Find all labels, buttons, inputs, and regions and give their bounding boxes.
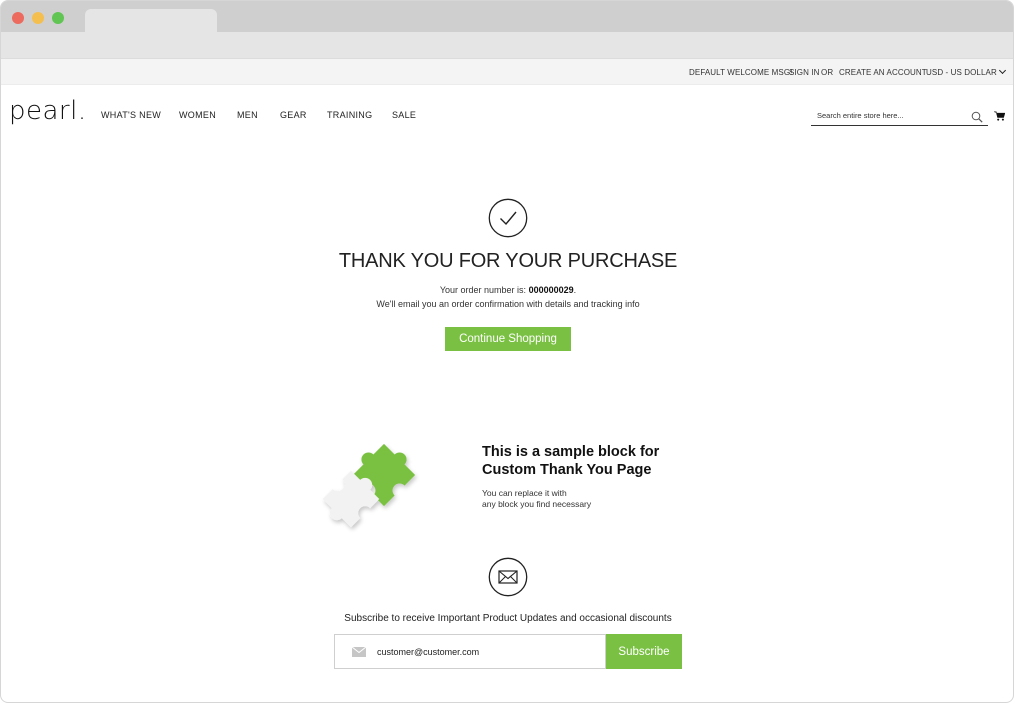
sign-in-link[interactable]: SIGN IN: [789, 68, 819, 77]
check-circle-icon: [488, 198, 528, 238]
order-number-prefix: Your order number is:: [439, 285, 529, 295]
cart-icon[interactable]: [994, 111, 1005, 121]
continue-shopping-button[interactable]: Continue Shopping: [445, 327, 571, 351]
custom-block-title-line2: Custom Thank You Page: [482, 462, 652, 478]
nav-item-men[interactable]: MEN: [237, 110, 258, 120]
chevron-down-icon: [998, 66, 1006, 75]
order-number-suffix: .: [573, 285, 577, 295]
maximize-window-button[interactable]: [52, 12, 64, 24]
create-account-link[interactable]: CREATE AN ACCOUNT: [839, 68, 927, 77]
confirmation-note: We'll email you an order confirmation wi…: [376, 299, 640, 309]
browser-tab[interactable]: [85, 9, 217, 32]
welcome-message: DEFAULT WELCOME MSG!: [689, 68, 793, 77]
nav-item-sale[interactable]: SALE: [392, 110, 416, 120]
or-separator: OR: [821, 68, 834, 77]
page-title: THANK YOU FOR YOUR PURCHASE: [338, 250, 678, 272]
header-topbar: DEFAULT WELCOME MSG! SIGN IN OR CREATE A…: [1, 59, 1013, 85]
newsletter-text: Subscribe to receive Important Product U…: [344, 613, 672, 624]
newsletter-form: Subscribe: [334, 634, 682, 669]
custom-block-text-line1: You can replace it with: [482, 488, 567, 498]
currency-switcher[interactable]: USD - US DOLLAR: [926, 66, 1006, 77]
order-number-line: Your order number is: 000000029.: [1, 285, 1013, 295]
envelope-icon: [352, 647, 366, 657]
browser-chrome: [1, 1, 1013, 59]
search-box: [811, 105, 988, 126]
nav-item-women[interactable]: WOMEN: [179, 110, 216, 120]
mail-circle-icon: [488, 557, 528, 597]
custom-block-title-line1: This is a sample block for: [482, 444, 660, 460]
nav-item-whats-new[interactable]: WHAT'S NEW: [101, 110, 161, 120]
browser-window: DEFAULT WELCOME MSG! SIGN IN OR CREATE A…: [0, 0, 1014, 703]
custom-block-text-line2: any block you find necessary: [482, 499, 592, 509]
search-icon[interactable]: [971, 111, 983, 123]
close-window-button[interactable]: [12, 12, 24, 24]
nav-item-training[interactable]: TRAINING: [327, 110, 372, 120]
minimize-window-button[interactable]: [32, 12, 44, 24]
puzzle-icon: [322, 443, 416, 528]
logo[interactable]: pearl.: [9, 96, 87, 126]
nav-item-gear[interactable]: GEAR: [280, 110, 307, 120]
search-input[interactable]: [817, 109, 965, 122]
custom-block-text: You can replace it with any block you fi…: [482, 488, 682, 510]
currency-label: USD - US DOLLAR: [926, 68, 997, 77]
order-number[interactable]: 000000029: [529, 285, 574, 295]
newsletter-input-wrapper: [334, 634, 606, 669]
subscribe-button[interactable]: Subscribe: [606, 634, 682, 669]
custom-block-title: This is a sample block for Custom Thank …: [482, 443, 702, 479]
newsletter-email-input[interactable]: [377, 645, 597, 659]
